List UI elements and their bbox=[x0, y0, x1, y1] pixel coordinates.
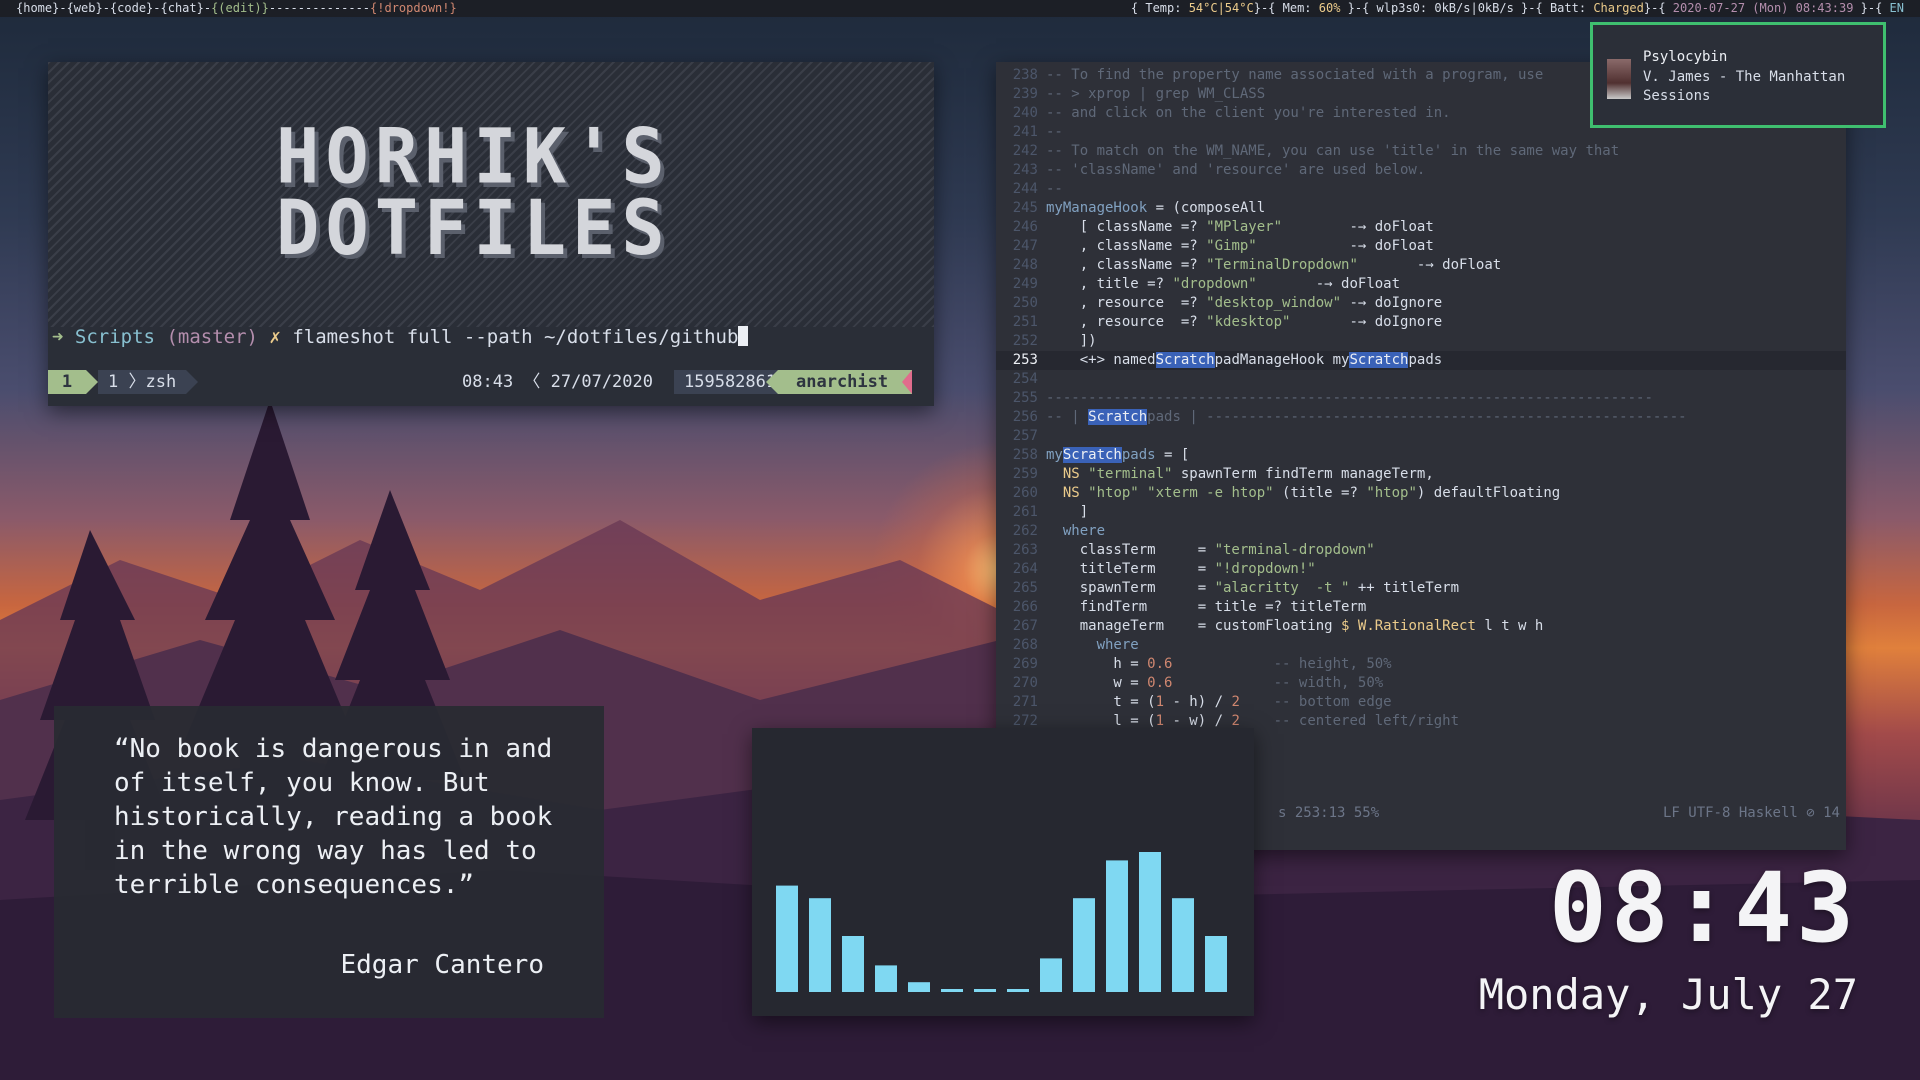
file-info: LF UTF-8 Haskell ⊘ 14 bbox=[1662, 805, 1840, 821]
notification-title: Psylocybin bbox=[1643, 49, 1728, 65]
tmux-time: 08:43 〈 27/07/2020 bbox=[462, 372, 653, 392]
visualizer-bar bbox=[776, 885, 798, 992]
code-line: 246 [ className =? "MPlayer" -→ doFloat bbox=[1012, 219, 1434, 235]
visualizer-bar bbox=[1040, 958, 1062, 992]
workspaces-label[interactable]: {home}-{web}-{code}-{chat}- bbox=[16, 1, 211, 15]
visualizer-bar bbox=[908, 982, 930, 992]
code-line: 257 bbox=[1012, 428, 1038, 444]
visualizer-bar bbox=[809, 898, 831, 992]
code-line: 270 w = 0.6 -- width, 50% bbox=[1012, 675, 1384, 691]
banner-line-2: DOTFILES bbox=[276, 183, 671, 272]
prompt-dirty-icon: ✗ bbox=[269, 326, 281, 348]
code-line: 252 ]) bbox=[1012, 333, 1097, 349]
code-line: 262 where bbox=[1012, 523, 1106, 539]
visualizer-bar bbox=[1205, 936, 1227, 992]
workspace-dashes: -------------- bbox=[268, 1, 371, 15]
visualizer-bars bbox=[776, 852, 1227, 992]
code-line: 249 , title =? "dropdown" -→ doFloat bbox=[1012, 276, 1401, 292]
bar-datetime: 2020-07-27 (Mon) 08:43:39 bbox=[1672, 1, 1854, 15]
album-art-icon bbox=[1607, 59, 1631, 99]
notification-body: V. James - The Manhattan Sessions bbox=[1643, 69, 1846, 104]
system-info: { Temp: 54°C|54°C}-{ Mem: 60% }-{ wlp3s0… bbox=[1131, 0, 1904, 17]
command-input[interactable]: flameshot full --path ~/dotfiles/github bbox=[292, 326, 738, 348]
temp-label: { Temp: bbox=[1130, 1, 1189, 15]
visualizer-bar bbox=[1073, 898, 1095, 992]
code-line: 248 , className =? "TerminalDropdown" -→… bbox=[1012, 257, 1502, 273]
status-bar: {home}-{web}-{code}-{chat}-{(edit)}-----… bbox=[0, 0, 1920, 17]
tmux-session[interactable]: 1 bbox=[48, 370, 98, 394]
code-line: 254 bbox=[1012, 371, 1038, 387]
bar-separator-2: }-{ bbox=[1853, 1, 1890, 15]
banner-title: HORHIK'S DOTFILES bbox=[276, 112, 671, 272]
visualizer-bar bbox=[1106, 860, 1128, 992]
keyboard-layout: EN bbox=[1889, 1, 1904, 15]
code-line: 266 findTerm = title =? titleTerm bbox=[1012, 599, 1367, 615]
clock-date: Monday, July 27 bbox=[1478, 970, 1858, 1019]
visualizer-bar bbox=[974, 989, 996, 992]
code-line: 255 -------------------------------------… bbox=[1012, 390, 1653, 406]
code-line: 260 NS "htop" "xterm -e htop" (title =? … bbox=[1012, 485, 1561, 501]
code-line: 268 where bbox=[1012, 637, 1139, 653]
cursor-position: s 253:13 55% bbox=[1278, 801, 1379, 825]
code-line: 259 NS "terminal" spawnTerm findTerm man… bbox=[1012, 466, 1434, 482]
mem-value: 60% bbox=[1318, 1, 1341, 15]
text-cursor bbox=[738, 326, 749, 346]
code-line-current: 253 <+> namedScratchpadManageHook myScra… bbox=[996, 351, 1846, 370]
status-fragment: s bbox=[1278, 805, 1287, 821]
prompt-directory: Scripts bbox=[74, 326, 155, 348]
code-line: 269 h = 0.6 -- height, 50% bbox=[1012, 656, 1392, 672]
code-line: 263 classTerm = "terminal-dropdown" bbox=[1012, 542, 1375, 558]
visualizer-bar bbox=[1007, 989, 1029, 992]
quote-text: “No book is dangerous in and of itself, … bbox=[114, 734, 553, 900]
code-line: 264 titleTerm = "!dropdown!" bbox=[1012, 561, 1316, 577]
code-line: 247 , className =? "Gimp" -→ doFloat bbox=[1012, 238, 1434, 254]
code-line: 242 -- To match on the WM_NAME, you can u… bbox=[1012, 143, 1620, 159]
code-line: 251 , resource =? "kdesktop" -→ doIgnore bbox=[1012, 314, 1443, 330]
music-notification[interactable]: Psylocybin V. James - The Manhattan Sess… bbox=[1590, 22, 1886, 128]
workspace-edit[interactable]: {(edit)} bbox=[211, 1, 269, 15]
code-line: 244 -- bbox=[1012, 181, 1063, 197]
code-line: 267 manageTerm = customFloating $ W.Rati… bbox=[1012, 618, 1544, 634]
clock-time: 08:43 bbox=[1549, 852, 1858, 964]
tmux-window[interactable]: 1 〉zsh bbox=[98, 370, 199, 394]
prompt-arrow-icon: ➜ bbox=[52, 326, 64, 348]
quote-widget: “No book is dangerous in and of itself, … bbox=[54, 706, 604, 1018]
code-line: 245 myManageHook = (composeAll bbox=[1012, 200, 1266, 216]
visualizer-bar bbox=[842, 936, 864, 992]
tmux-statusline: 1 1 〉zsh 08:43 〈 27/07/2020 1595828616 a… bbox=[48, 370, 934, 394]
window-title: {!dropdown!} bbox=[370, 1, 457, 15]
prompt-git-branch: (master) bbox=[166, 326, 258, 348]
net-info: }-{ wlp3s0: 0kB/s|0kB/s }-{ Batt: bbox=[1340, 1, 1594, 15]
code-view[interactable]: 238 -- To find the property name associat… bbox=[996, 66, 1846, 731]
visualizer-bar bbox=[941, 989, 963, 992]
bar-separator: }-{ bbox=[1643, 1, 1673, 15]
visualizer-bar bbox=[1172, 898, 1194, 992]
workspace-list[interactable]: {home}-{web}-{code}-{chat}-{(edit)}-----… bbox=[16, 0, 457, 17]
mem-label: }-{ Mem: bbox=[1253, 1, 1319, 15]
desktop-clock: 08:43 Monday, July 27 bbox=[1479, 858, 1858, 1022]
code-line: 258 myScratchpads = [ bbox=[1012, 447, 1190, 463]
audio-visualizer bbox=[752, 728, 1254, 1016]
position-value: 253:13 55% bbox=[1294, 805, 1380, 821]
code-line: 265 spawnTerm = "alacritty -t " ++ title… bbox=[1012, 580, 1460, 596]
code-line: 250 , resource =? "desktop_window" -→ do… bbox=[1012, 295, 1443, 311]
quote-author: Edgar Cantero bbox=[340, 950, 545, 980]
code-line: 243 -- 'className' and 'resource' are use… bbox=[1012, 162, 1426, 178]
visualizer-bar bbox=[1139, 852, 1161, 992]
shell-prompt[interactable]: ➜ Scripts (master) ✗ flameshot full --pa… bbox=[52, 326, 749, 348]
code-line: 261 ] bbox=[1012, 504, 1089, 520]
temp-value: 54°C|54°C bbox=[1188, 1, 1254, 15]
terminal-window[interactable]: HORHIK'S DOTFILES ➜ Scripts (master) ✗ f… bbox=[48, 62, 934, 406]
visualizer-bar bbox=[875, 965, 897, 992]
battery-value: Charged bbox=[1593, 1, 1644, 15]
code-line: 256 -- | Scratchpads | ------------------… bbox=[1012, 409, 1687, 425]
code-line: 271 t = (1 - h) / 2 -- bottom edge bbox=[1012, 694, 1392, 710]
banner-line-1: HORHIK'S bbox=[276, 112, 671, 201]
tmux-hostname: anarchist bbox=[765, 370, 913, 394]
